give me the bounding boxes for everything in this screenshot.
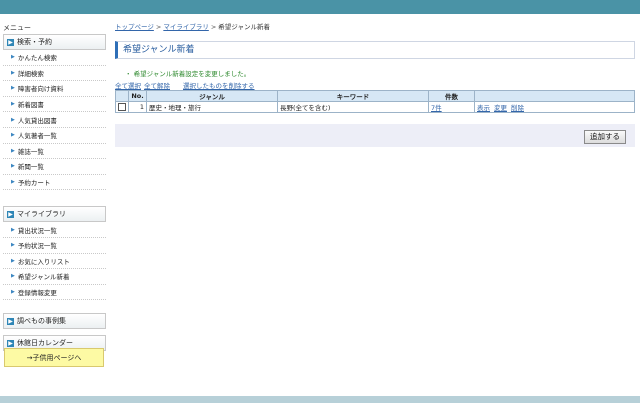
delete-selected-link[interactable]: 選択したものを削除する — [183, 82, 255, 90]
sidebar: メニュー ▶ 検索・予約 ▶ かんたん検索 ▶ 詳細検索 ▶ 障害者向け資料 ▶ 新着図… — [3, 22, 106, 352]
page-title: 希望ジャンル新着 — [115, 41, 635, 59]
arrow-bullet-icon: ▶ — [11, 101, 15, 108]
sidebar-section-label: 休館日カレンダー — [17, 339, 73, 348]
breadcrumb-current: 希望ジャンル新着 — [218, 23, 270, 31]
sidebar-item-advanced-search[interactable]: ▶ 詳細検索 — [3, 66, 106, 82]
arrow-bullet-icon: ▶ — [11, 85, 15, 92]
top-header-bar — [0, 0, 640, 14]
sidebar-section-label: マイライブラリ — [17, 210, 66, 219]
sidebar-item-genre-new-arrivals[interactable]: ▶ 希望ジャンル新着 — [3, 269, 106, 285]
arrow-bullet-icon: ▶ — [11, 289, 15, 296]
breadcrumb-separator: > — [155, 23, 162, 31]
row-delete-link[interactable]: 削除 — [511, 104, 524, 112]
sidebar-item-simple-search[interactable]: ▶ かんたん検索 — [3, 50, 106, 66]
arrow-bullet-icon: ▶ — [11, 163, 15, 170]
breadcrumb-my-library-link[interactable]: マイライブラリ — [163, 23, 209, 31]
clear-all-link[interactable]: 全て解除 — [144, 82, 170, 90]
row-keyword: 長野(全てを含む) — [277, 101, 429, 113]
row-number: 1 — [128, 101, 147, 113]
column-header-keyword: キーワード — [277, 90, 429, 102]
sidebar-item-accessible-materials[interactable]: ▶ 障害者向け資料 — [3, 81, 106, 97]
sidebar-section-my-library[interactable]: ▶ マイライブラリ — [3, 206, 106, 223]
column-header-actions — [474, 90, 635, 102]
sidebar-item-new-books[interactable]: ▶ 新着図書 — [3, 97, 106, 113]
add-button[interactable]: 追加する — [584, 130, 626, 144]
row-edit-link[interactable]: 変更 — [494, 104, 507, 112]
footer-bar — [0, 396, 640, 403]
row-actions: 表示 変更 削除 — [474, 101, 635, 113]
column-header-count: 件数 — [428, 90, 475, 102]
arrow-bullet-icon: ▶ — [11, 273, 15, 280]
column-header-no: No. — [128, 90, 147, 102]
main-content: トップページ > マイライブラリ > 希望ジャンル新着 希望ジャンル新着 ・ 希望ジャン… — [115, 22, 635, 147]
sidebar-item-popular-loans[interactable]: ▶ 人気貸出図書 — [3, 112, 106, 128]
sidebar-section-label: 検索・予約 — [17, 38, 52, 46]
arrow-right-icon: ▶ — [7, 210, 14, 218]
arrow-bullet-icon: ▶ — [11, 257, 15, 264]
selection-actions: 全て選択 全て解除 選択したものを削除する — [115, 80, 258, 90]
row-show-link[interactable]: 表示 — [477, 104, 490, 112]
arrow-bullet-icon: ▶ — [11, 132, 15, 139]
arrow-bullet-icon: ▶ — [11, 147, 15, 154]
library-menu-list: ▶ 貸出状況一覧 ▶ 予約状況一覧 ▶ お気に入りリスト ▶ 希望ジャンル新着 ▶ 登録情… — [3, 222, 106, 301]
row-checkbox[interactable] — [118, 103, 126, 111]
genre-table: No. ジャンル キーワード 件数 1 歴史・地理・旅行 長野(全てを含む) 7… — [115, 90, 635, 113]
arrow-bullet-icon: ▶ — [11, 116, 15, 123]
column-header-checkbox — [115, 90, 129, 102]
breadcrumb: トップページ > マイライブラリ > 希望ジャンル新着 — [115, 22, 635, 32]
sidebar-item-loan-status[interactable]: ▶ 貸出状況一覧 — [3, 222, 106, 238]
sidebar-section-reference-cases[interactable]: ▶ 調べもの事例集 — [3, 313, 106, 330]
row-genre: 歴史・地理・旅行 — [146, 101, 278, 113]
arrow-bullet-icon: ▶ — [11, 226, 15, 233]
status-message: ・ 希望ジャンル新着設定を変更しました。 — [125, 70, 251, 78]
arrow-bullet-icon: ▶ — [11, 179, 15, 186]
row-checkbox-cell — [115, 101, 129, 113]
table-header-row: No. ジャンル キーワード 件数 — [115, 90, 635, 102]
row-count-link[interactable]: 7件 — [431, 104, 442, 112]
sidebar-item-reservation-cart[interactable]: ▶ 予約カート — [3, 175, 106, 191]
search-menu-list: ▶ かんたん検索 ▶ 詳細検索 ▶ 障害者向け資料 ▶ 新着図書 ▶ 人気貸出図書 ▶ 人気… — [3, 50, 106, 191]
menu-title: メニュー — [3, 24, 31, 32]
kids-page-link[interactable]: →子供用ページへ — [4, 348, 104, 367]
table-row: 1 歴史・地理・旅行 長野(全てを含む) 7件 表示 変更 削除 — [115, 101, 635, 113]
column-header-genre: ジャンル — [146, 90, 278, 102]
sidebar-section-label: 調べもの事例集 — [17, 317, 66, 326]
sidebar-item-favorites[interactable]: ▶ お気に入りリスト — [3, 254, 106, 270]
arrow-right-icon: ▶ — [7, 38, 14, 46]
breadcrumb-top-link[interactable]: トップページ — [115, 23, 154, 31]
sidebar-item-registration-info[interactable]: ▶ 登録情報変更 — [3, 285, 106, 301]
sidebar-item-reservation-status[interactable]: ▶ 予約状況一覧 — [3, 238, 106, 254]
row-count-cell: 7件 — [428, 101, 475, 113]
arrow-bullet-icon: ▶ — [11, 69, 15, 76]
sidebar-section-search[interactable]: ▶ 検索・予約 — [3, 34, 106, 50]
arrow-bullet-icon: ▶ — [11, 54, 15, 61]
sidebar-item-popular-authors[interactable]: ▶ 人気著者一覧 — [3, 128, 106, 144]
breadcrumb-separator: > — [210, 23, 217, 31]
sidebar-item-magazines[interactable]: ▶ 雑誌一覧 — [3, 144, 106, 160]
add-bar: 追加する — [115, 124, 635, 147]
select-all-link[interactable]: 全て選択 — [115, 82, 141, 90]
arrow-right-icon: ▶ — [7, 317, 14, 325]
arrow-bullet-icon: ▶ — [11, 242, 15, 249]
arrow-right-icon: ▶ — [7, 339, 14, 347]
sidebar-item-newspapers[interactable]: ▶ 新聞一覧 — [3, 159, 106, 175]
